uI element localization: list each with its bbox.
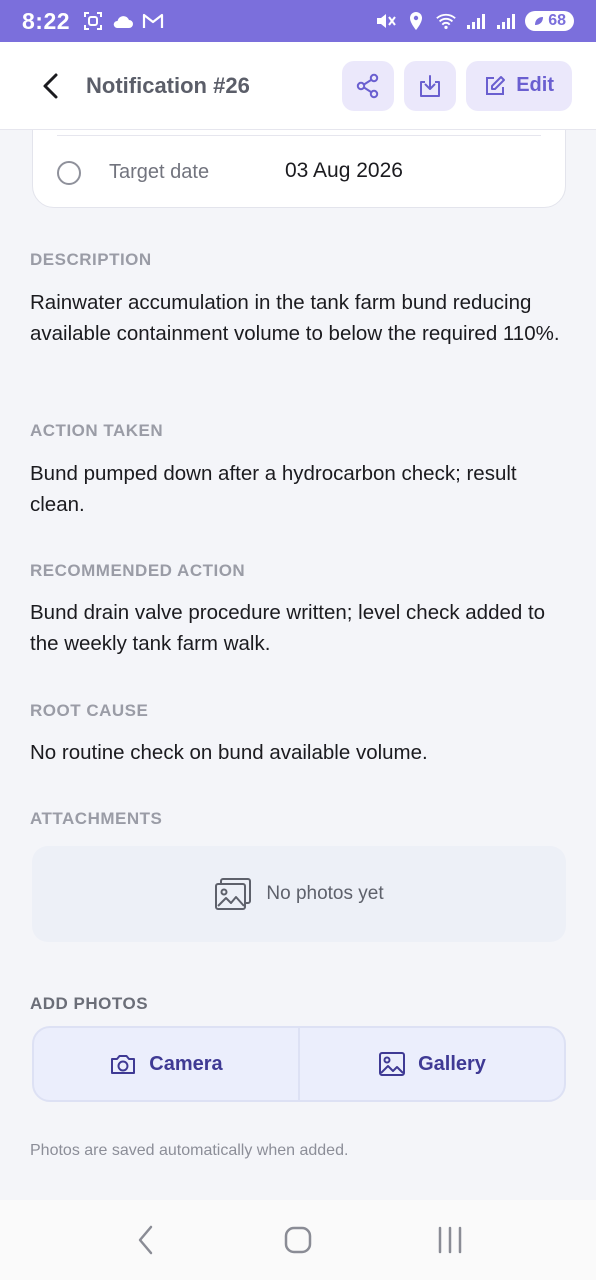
details-card: Target date 03 Aug 2026 <box>32 130 566 208</box>
signal-icon <box>495 10 517 32</box>
target-date-label: Target date <box>109 161 210 183</box>
card-divider <box>57 135 541 136</box>
camera-button[interactable]: Camera <box>34 1028 298 1100</box>
camera-icon <box>111 1055 136 1074</box>
attachments-title: ATTACHMENTS <box>30 809 163 828</box>
nav-back-button[interactable] <box>116 1210 176 1270</box>
leaf-icon <box>535 17 544 25</box>
nav-home-button[interactable] <box>268 1210 328 1270</box>
target-date-value: 03 Aug 2026 <box>285 159 403 182</box>
edit-label: Edit <box>516 74 554 96</box>
nav-recents-button[interactable] <box>420 1210 480 1270</box>
status-right-icons: 68 <box>375 10 574 32</box>
autosave-hint: Photos are saved automatically when adde… <box>30 1142 349 1159</box>
system-nav-bar <box>0 1200 596 1280</box>
content-scroll[interactable]: Target date 03 Aug 2026 DESCRIPTION Rain… <box>0 130 596 1200</box>
recommended-action-title: RECOMMENDED ACTION <box>30 561 246 580</box>
back-button[interactable] <box>28 63 74 109</box>
nav-recents-icon <box>438 1226 462 1254</box>
page-title: Notification #26 <box>86 72 250 98</box>
share-icon <box>357 73 379 98</box>
root-cause-title: ROOT CAUSE <box>30 701 149 720</box>
no-photos-text: No photos yet <box>266 883 384 904</box>
battery-level: 68 <box>548 12 566 29</box>
download-button[interactable] <box>404 60 457 111</box>
status-left-icons <box>82 10 164 32</box>
screenshot-icon <box>82 10 104 32</box>
photos-icon <box>215 878 252 910</box>
nav-back-icon <box>138 1225 153 1255</box>
wifi-icon <box>435 10 457 32</box>
cloud-icon <box>112 10 134 32</box>
status-time: 8:22 <box>22 7 71 34</box>
camera-label: Camera <box>149 1052 223 1075</box>
target-date-radio[interactable] <box>57 161 81 185</box>
action-taken-title: ACTION TAKEN <box>30 421 164 440</box>
signal-icon <box>465 10 487 32</box>
recommended-action-body: Bund drain valve procedure written; leve… <box>30 601 546 655</box>
gallery-icon <box>379 1052 406 1076</box>
action-taken-body: Bund pumped down after a hydrocarbon che… <box>30 462 517 516</box>
header-actions: Edit <box>342 60 572 111</box>
share-button[interactable] <box>342 60 395 111</box>
gallery-label: Gallery <box>418 1052 486 1075</box>
add-photos-buttons: Camera Gallery <box>32 1026 566 1102</box>
battery-indicator: 68 <box>525 11 574 31</box>
status-bar: 8:22 68 <box>0 0 596 42</box>
description-body: Rainwater accumulation in the tank farm … <box>30 291 560 345</box>
download-icon <box>420 74 441 97</box>
mute-icon <box>375 10 397 32</box>
description-title: DESCRIPTION <box>30 250 152 269</box>
gallery-button[interactable]: Gallery <box>298 1028 564 1100</box>
app-bar: Notification #26 Edit <box>0 42 596 130</box>
gmail-icon <box>142 10 164 32</box>
back-arrow-icon <box>43 73 58 98</box>
nav-home-icon <box>284 1226 312 1254</box>
root-cause-body: No routine check on bund available volum… <box>30 741 428 764</box>
edit-icon <box>486 75 506 95</box>
edit-button[interactable]: Edit <box>466 60 572 111</box>
location-icon <box>405 10 427 32</box>
attachments-empty: No photos yet <box>32 846 566 942</box>
add-photos-title: ADD PHOTOS <box>30 994 149 1013</box>
